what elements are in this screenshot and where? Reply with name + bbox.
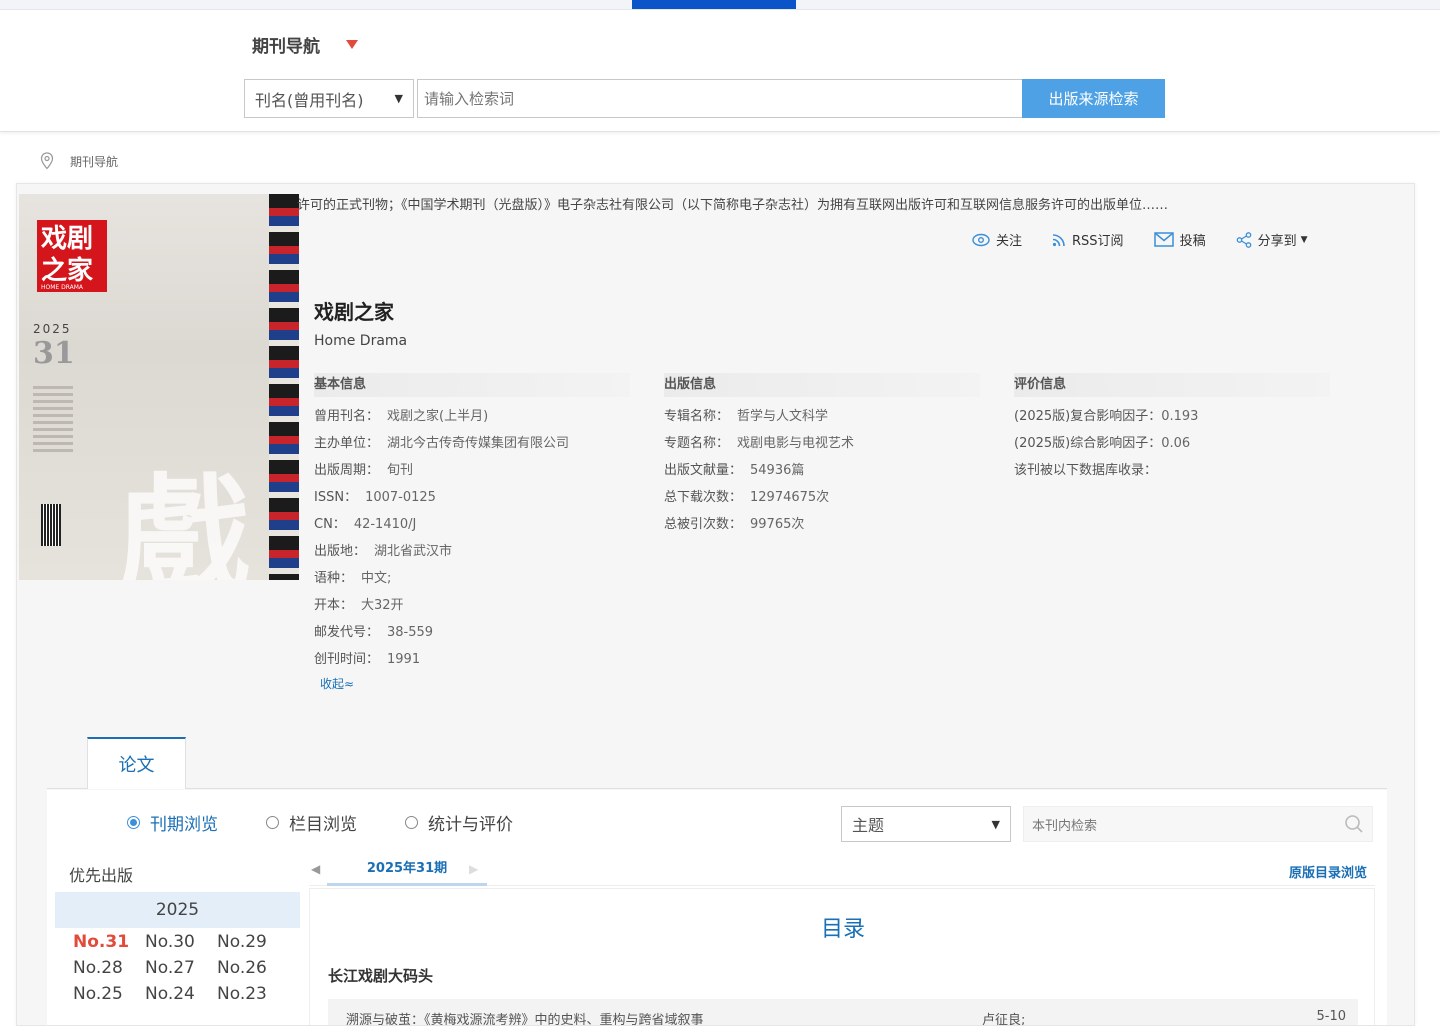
info-row: 创刊时间： 1991 bbox=[314, 652, 421, 667]
basic-info-heading: 基本信息 bbox=[314, 373, 630, 397]
evaluation-info-heading: 评价信息 bbox=[1014, 373, 1330, 397]
submit-manuscript-button[interactable]: 投稿 bbox=[1153, 230, 1206, 249]
browse-mode-radios: 刊期浏览 栏目浏览 统计与评价 bbox=[127, 810, 561, 835]
issue-link[interactable]: No.31 bbox=[73, 932, 145, 952]
chevron-down-icon: ▼ bbox=[991, 817, 1000, 831]
radio-dot bbox=[266, 816, 279, 829]
rss-button[interactable]: RSS订阅 bbox=[1052, 230, 1124, 249]
barcode-icon bbox=[41, 504, 61, 546]
evaluation-info-section: 评价信息 (2025版)复合影响因子：0.193 (2025版)综合影响因子：0… bbox=[1014, 373, 1330, 484]
cover-logo: 戏剧之家 HOME DRAMA bbox=[37, 220, 107, 292]
content-tabs: 论文 bbox=[47, 737, 1387, 789]
breadcrumb: 期刊导航 bbox=[40, 152, 118, 170]
basic-info-section: 基本信息 曾用刊名： 戏剧之家(上半月) 主办单位： 湖北今古传奇传媒集团有限公司 … bbox=[314, 373, 630, 692]
publish-info-section: 出版信息 专辑名称： 哲学与人文科学 专题名称： 戏剧电影与电视艺术 出版文献量： 5… bbox=[664, 373, 980, 538]
info-row: 总下载次数： 12974675次 bbox=[664, 490, 830, 505]
info-row: 出版周期： 旬刊 bbox=[314, 463, 414, 478]
journal-title: 戏剧之家 bbox=[314, 300, 394, 324]
article-pages: 5-10 bbox=[1316, 1009, 1346, 1024]
collapse-link[interactable]: 收起≈ bbox=[320, 675, 630, 692]
chevron-down-icon: ▼ bbox=[394, 92, 403, 105]
toc-section-heading: 长江戏剧大码头 bbox=[328, 967, 434, 985]
radio-dot bbox=[405, 816, 418, 829]
search-button[interactable]: 出版来源检索 bbox=[1022, 79, 1165, 118]
arrow-right-icon[interactable]: ▶ bbox=[469, 862, 478, 876]
cover-calligraphy: 戲 bbox=[119, 460, 250, 580]
top-nav-active-tab[interactable] bbox=[632, 0, 796, 9]
radio-issue-browse[interactable]: 刊期浏览 bbox=[127, 810, 218, 835]
info-row: 曾用刊名： 戏剧之家(上半月) bbox=[314, 409, 489, 424]
arrow-left-icon[interactable]: ◀ bbox=[311, 862, 320, 876]
issue-link[interactable]: No.29 bbox=[217, 932, 289, 952]
inner-field-select[interactable]: 主题 ▼ bbox=[841, 806, 1011, 842]
info-row: 邮发代号： 38-559 bbox=[314, 625, 434, 640]
cover-issue: 31 bbox=[33, 336, 75, 371]
year-header[interactable]: 2025 bbox=[55, 892, 300, 928]
priority-publish-label[interactable]: 优先出版 bbox=[69, 862, 133, 886]
journal-intro-text: 许可的正式刊物；《中国学术期刊（光盘版）》电子杂志社有限公司（以下简称电子杂志社… bbox=[297, 198, 1169, 213]
issue-link[interactable]: No.24 bbox=[145, 984, 217, 1004]
info-row: (2025版)复合影响因子：0.193 bbox=[1014, 409, 1199, 424]
table-row[interactable]: 溯源与破茧：《黄梅戏源流考辨》中的史料、重构与跨省域叙事 卢征良; 5-10 bbox=[328, 999, 1358, 1025]
period-tabs: ◀ 2025年31期 ▶ bbox=[309, 856, 1375, 886]
info-row: 该刊被以下数据库收录： bbox=[1014, 463, 1158, 478]
issue-link[interactable]: No.25 bbox=[73, 984, 145, 1004]
info-row: 专辑名称： 哲学与人文科学 bbox=[664, 409, 829, 424]
search-field-select[interactable]: 刊名(曾用刊名) ▼ bbox=[244, 79, 414, 118]
info-row: 主办单位： 湖北今古传奇传媒集团有限公司 bbox=[314, 436, 570, 451]
article-title[interactable]: 溯源与破茧：《黄梅戏源流考辨》中的史料、重构与跨省域叙事 bbox=[346, 1009, 704, 1025]
period-tab-current[interactable]: 2025年31期 bbox=[327, 856, 487, 886]
journal-cover-image: 戏剧之家 HOME DRAMA 2025 31 戲 bbox=[19, 194, 299, 580]
original-toc-link[interactable]: 原版目录浏览 bbox=[1289, 862, 1367, 881]
toc-title: 目录 bbox=[820, 917, 865, 942]
year-issue-list: 2025 No.31 No.30 No.29 No.28 No.27 No.26… bbox=[55, 892, 300, 1025]
info-row: 开本： 大32开 bbox=[314, 598, 404, 613]
radio-column-browse[interactable]: 栏目浏览 bbox=[266, 810, 357, 835]
info-row: ISSN： 1007-0125 bbox=[314, 490, 436, 505]
issue-link[interactable]: No.28 bbox=[73, 958, 145, 978]
issue-link[interactable]: No.26 bbox=[217, 958, 289, 978]
nav-title[interactable]: 期刊导航 bbox=[252, 32, 320, 57]
caret-down-icon: ▼ bbox=[1300, 234, 1308, 245]
issue-link[interactable]: No.30 bbox=[145, 932, 217, 952]
info-row: CN： 42-1410/J bbox=[314, 517, 417, 532]
info-row: 总被引次数： 99765次 bbox=[664, 517, 805, 532]
location-pin-icon bbox=[40, 152, 54, 170]
envelope-icon bbox=[1153, 232, 1174, 247]
cover-opera-strip bbox=[269, 194, 299, 580]
breadcrumb-item[interactable]: 期刊导航 bbox=[70, 153, 118, 170]
search-header: 期刊导航 刊名(曾用刊名) ▼ 出版来源检索 bbox=[0, 10, 1440, 132]
follow-button[interactable]: 关注 bbox=[972, 230, 1022, 249]
top-nav-strip bbox=[0, 0, 1440, 10]
action-bar: 关注 RSS订阅 投稿 分享到 ▼ bbox=[972, 230, 1338, 249]
publish-info-heading: 出版信息 bbox=[664, 373, 980, 397]
info-row: 出版文献量： 54936篇 bbox=[664, 463, 805, 478]
share-button[interactable]: 分享到 ▼ bbox=[1236, 230, 1308, 249]
journal-english-title: Home Drama bbox=[314, 333, 408, 349]
search-icon[interactable] bbox=[1344, 814, 1364, 834]
radio-dot bbox=[127, 816, 140, 829]
issue-grid: No.31 No.30 No.29 No.28 No.27 No.26 No.2… bbox=[55, 928, 300, 1004]
search-field-value: 刊名(曾用刊名) bbox=[255, 90, 364, 110]
journal-panel: 戏剧之家 HOME DRAMA 2025 31 戲 许可的正式刊物；《中国学术期… bbox=[16, 183, 1415, 1026]
cover-text-lines bbox=[33, 386, 73, 456]
rss-icon bbox=[1052, 233, 1065, 246]
tab-papers[interactable]: 论文 bbox=[87, 737, 186, 789]
caret-down-icon[interactable] bbox=[346, 40, 358, 49]
article-author[interactable]: 卢征良; bbox=[982, 1009, 1025, 1025]
browse-area: 刊期浏览 栏目浏览 统计与评价 主题 ▼ 本刊内检索 优先出版 2025 No.… bbox=[47, 790, 1387, 1025]
issue-link[interactable]: No.23 bbox=[217, 984, 289, 1004]
info-row: (2025版)综合影响因子：0.06 bbox=[1014, 436, 1191, 451]
inner-search-input[interactable]: 本刊内检索 bbox=[1023, 806, 1373, 842]
table-of-contents: 目录 长江戏剧大码头 溯源与破茧：《黄梅戏源流考辨》中的史料、重构与跨省域叙事 … bbox=[309, 888, 1375, 1025]
share-icon bbox=[1236, 231, 1251, 248]
info-row: 出版地： 湖北省武汉市 bbox=[314, 544, 453, 559]
search-input[interactable] bbox=[417, 79, 1022, 118]
issue-link[interactable]: No.27 bbox=[145, 958, 217, 978]
info-row: 专题名称： 戏剧电影与电视艺术 bbox=[664, 436, 855, 451]
cover-year: 2025 bbox=[33, 322, 72, 336]
eye-icon bbox=[972, 233, 990, 246]
radio-statistics[interactable]: 统计与评价 bbox=[405, 810, 513, 835]
info-row: 语种： 中文; bbox=[314, 571, 392, 586]
